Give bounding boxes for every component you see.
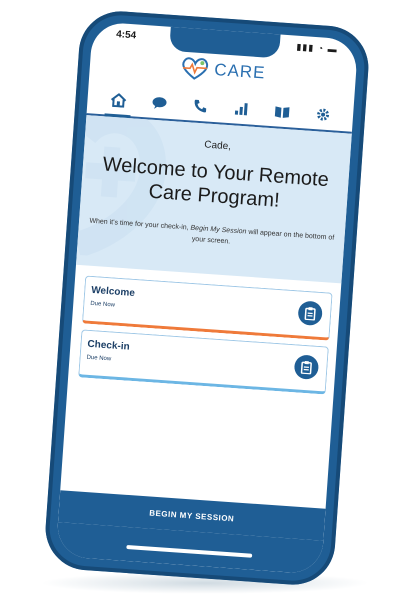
phone-icon bbox=[194, 99, 206, 113]
card-due-status: Due Now bbox=[90, 300, 116, 309]
note-prefix: When it's time for your check-in, bbox=[89, 217, 189, 232]
card-due-status: Due Now bbox=[86, 354, 112, 363]
status-icons: ▮▮▮ ◔ ▬ bbox=[296, 41, 339, 55]
app-screen: 4:54 ▮▮▮ ◔ ▬ CARE Cade, Welcome to Your … bbox=[55, 21, 359, 575]
card-open-button[interactable] bbox=[297, 300, 323, 327]
bar-chart-icon bbox=[234, 103, 248, 116]
gear-icon bbox=[316, 108, 329, 121]
clipboard-icon bbox=[300, 360, 312, 375]
task-card-checkin[interactable]: Check-in Due Now bbox=[78, 329, 329, 395]
chat-icon bbox=[152, 97, 167, 109]
book-icon bbox=[274, 106, 290, 118]
note-emphasis: Begin My Session bbox=[190, 224, 247, 236]
card-open-button[interactable] bbox=[293, 354, 320, 380]
welcome-hero: Cade, Welcome to Your Remote Care Progra… bbox=[75, 115, 352, 284]
nav-stats[interactable] bbox=[229, 97, 252, 120]
home-icon bbox=[110, 93, 126, 108]
nav-library[interactable] bbox=[270, 100, 293, 123]
nav-settings[interactable] bbox=[311, 103, 334, 126]
card-title: Welcome bbox=[90, 284, 136, 299]
heart-logo-icon bbox=[182, 57, 209, 80]
card-title: Check-in bbox=[87, 338, 130, 353]
clipboard-icon bbox=[304, 307, 316, 321]
nav-home[interactable] bbox=[106, 89, 129, 112]
phone-frame: 4:54 ▮▮▮ ◔ ▬ CARE Cade, Welcome to Your … bbox=[42, 8, 372, 588]
nav-calls[interactable] bbox=[188, 94, 211, 117]
nav-messages[interactable] bbox=[147, 91, 170, 114]
brand-name: CARE bbox=[213, 59, 267, 83]
task-card-welcome[interactable]: Welcome Due Now bbox=[81, 275, 333, 341]
status-time: 4:54 bbox=[115, 29, 137, 42]
